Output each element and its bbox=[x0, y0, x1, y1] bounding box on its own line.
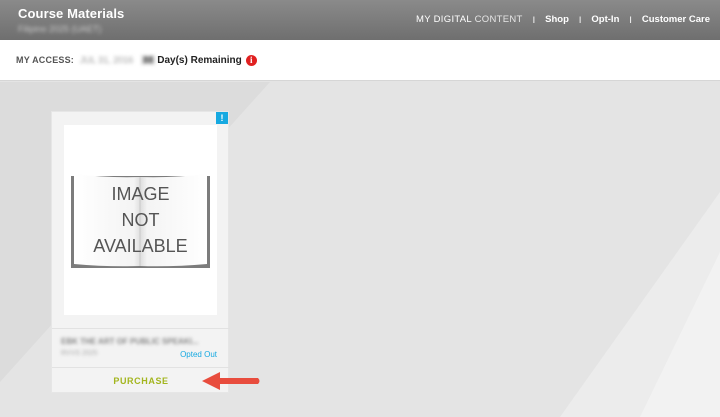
product-title[interactable]: EBK THE ART OF PUBLIC SPEAKI... bbox=[61, 337, 199, 346]
app-subtitle: Filipino 2025 (UAET) bbox=[18, 24, 102, 34]
product-thumbnail: IMAGE NOT AVAILABLE bbox=[64, 125, 217, 315]
nav-separator: I bbox=[532, 14, 536, 25]
nav-separator: I bbox=[578, 14, 582, 25]
image-text-line-3: AVAILABLE bbox=[93, 236, 187, 256]
brand: Course Materials Filipino 2025 (UAET) bbox=[18, 6, 124, 34]
product-card: ! IMAGE NOT AVAILABLE EBK THE ART OF PUB… bbox=[51, 111, 230, 393]
app-title: Course Materials bbox=[18, 6, 125, 21]
access-date: JUL 31, 2016 bbox=[80, 55, 134, 65]
nav-opt-in[interactable]: Opt-In bbox=[591, 14, 619, 25]
image-not-available-icon: IMAGE NOT AVAILABLE bbox=[71, 174, 210, 268]
product-info: EBK THE ART OF PUBLIC SPEAKI... RVVS 202… bbox=[52, 328, 230, 366]
top-nav: MY DIGITAL CONTENT I Shop I Opt-In I Cus… bbox=[416, 14, 710, 25]
access-days-count: 88 bbox=[141, 55, 156, 65]
product-isbn: RVVS 2025 bbox=[61, 350, 98, 357]
image-text-line-1: IMAGE bbox=[111, 184, 169, 204]
info-icon[interactable]: i bbox=[245, 54, 257, 66]
access-days-remaining: Day(s) Remaining bbox=[157, 54, 242, 66]
nav-customer-care[interactable]: Customer Care bbox=[642, 14, 710, 25]
image-text-line-2: NOT bbox=[122, 210, 160, 230]
access-bar: MY ACCESS: JUL 31, 2016 88 Day(s) Remain… bbox=[0, 40, 720, 81]
access-label: MY ACCESS: bbox=[16, 55, 75, 65]
top-header: Course Materials Filipino 2025 (UAET) MY… bbox=[0, 0, 720, 40]
nav-my-digital-content[interactable]: MY DIGITAL CONTENT bbox=[416, 14, 523, 25]
alert-icon[interactable]: ! bbox=[216, 112, 228, 124]
nav-separator: I bbox=[629, 14, 632, 25]
status-badge: Opted Out bbox=[180, 350, 217, 359]
nav-shop[interactable]: Shop bbox=[545, 14, 569, 25]
arrow-icon bbox=[202, 372, 260, 390]
